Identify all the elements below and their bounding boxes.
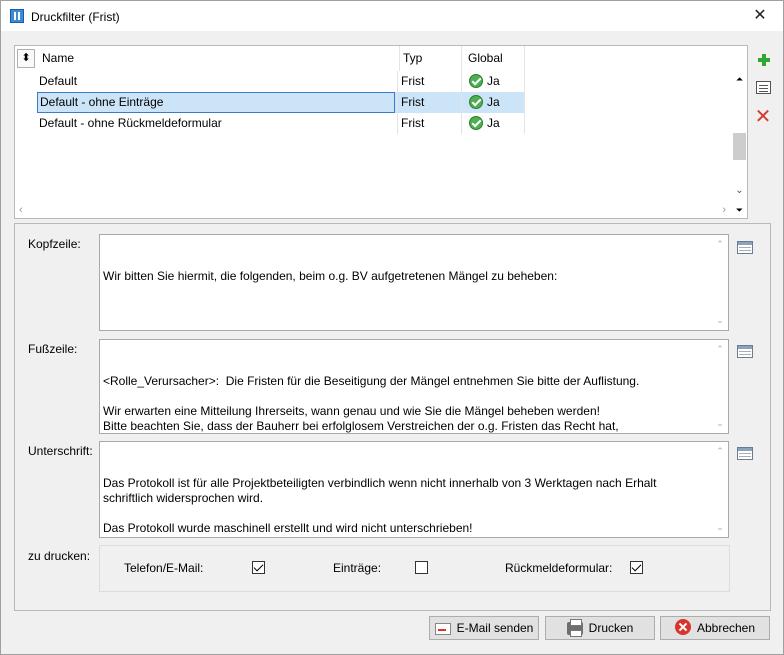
printer-icon <box>566 619 583 637</box>
filter-grid: ⬍ Name Typ Global Default Frist Ja Defau… <box>14 45 748 219</box>
title-bar: Druckfilter (Frist) ✕ <box>1 1 783 31</box>
kopfzeile-text: Wir bitten Sie hiermit, die folgenden, b… <box>103 269 558 284</box>
delete-icon[interactable]: ✕ <box>753 107 773 127</box>
cell-global: Ja <box>461 113 525 134</box>
global-value: Ja <box>487 95 500 109</box>
unterschrift-textarea[interactable]: Das Protokoll ist für alle Projektbeteil… <box>99 441 729 538</box>
sort-handle-icon[interactable]: ⬍ <box>17 49 35 68</box>
textarea-scrollbar[interactable]: ⌃ ⌄ <box>714 340 726 433</box>
eintraege-checkbox[interactable] <box>415 561 428 574</box>
table-row[interactable]: Default Frist Ja <box>37 71 525 92</box>
scroll-thumb[interactable] <box>733 133 746 160</box>
mail-icon <box>434 623 451 635</box>
cell-global: Ja <box>461 92 525 113</box>
column-header-name[interactable]: Name <box>42 46 398 71</box>
window-title: Druckfilter (Frist) <box>31 10 120 24</box>
fusszeile-text: <Rolle_Verursacher>: Die Fristen für die… <box>103 374 640 433</box>
cancel-label: Abbrechen <box>696 621 756 635</box>
kopfzeile-textarea[interactable]: Wir bitten Sie hiermit, die folgenden, b… <box>99 234 729 331</box>
column-header-typ[interactable]: Typ <box>399 46 461 71</box>
grid-horizontal-scrollbar[interactable]: ‹ › <box>15 202 732 218</box>
unterschrift-label: Unterschrift: <box>28 444 93 458</box>
check-icon <box>469 74 483 88</box>
cell-global: Ja <box>461 71 525 92</box>
cell-typ: Frist <box>397 92 461 113</box>
app-icon <box>10 9 24 23</box>
cell-name: Default - ohne Rückmeldeformular <box>39 116 222 130</box>
add-filter-icon[interactable] <box>754 50 774 70</box>
option-telefon-label: Telefon/E-Mail: <box>124 561 204 575</box>
insert-field-icon[interactable] <box>737 241 753 254</box>
column-header-global[interactable]: Global <box>461 46 525 71</box>
scroll-to-top-icon[interactable]: ⏶ <box>732 73 747 85</box>
email-send-button[interactable]: E-Mail senden <box>429 616 539 640</box>
properties-icon[interactable] <box>754 78 774 98</box>
print-button[interactable]: Drucken <box>545 616 655 640</box>
scroll-left-icon[interactable]: ‹ <box>19 204 23 216</box>
unterschrift-text: Das Protokoll ist für alle Projektbeteil… <box>103 476 657 535</box>
telefon-checkbox[interactable] <box>252 561 265 574</box>
close-icon[interactable]: ✕ <box>737 1 783 31</box>
check-icon <box>469 95 483 109</box>
scroll-right-icon[interactable]: › <box>722 204 726 216</box>
scroll-down-icon[interactable]: ⌄ <box>732 185 747 197</box>
textarea-scrollbar[interactable]: ⌃ ⌄ <box>714 235 726 330</box>
cell-name: Default - ohne Einträge <box>37 92 395 113</box>
insert-field-icon[interactable] <box>737 447 753 460</box>
print-label: Drucken <box>588 621 634 635</box>
global-value: Ja <box>487 74 500 88</box>
fusszeile-label: Fußzeile: <box>28 342 78 356</box>
check-icon <box>469 116 483 130</box>
textarea-scrollbar[interactable]: ⌃ ⌄ <box>714 442 726 537</box>
cell-name: Default <box>39 74 78 88</box>
option-eintraege-label: Einträge: <box>333 561 382 575</box>
cancel-button[interactable]: Abbrechen <box>660 616 770 640</box>
cancel-icon <box>674 619 691 635</box>
insert-field-icon[interactable] <box>737 345 753 358</box>
fusszeile-textarea[interactable]: <Rolle_Verursacher>: Die Fristen für die… <box>99 339 729 434</box>
dialog-window: Druckfilter (Frist) ✕ ⬍ Name Typ Global … <box>0 0 784 655</box>
zu-drucken-label: zu drucken: <box>28 549 91 563</box>
table-row-selected[interactable]: Default - ohne Einträge Frist Ja <box>37 92 525 113</box>
kopfzeile-label: Kopfzeile: <box>28 237 81 251</box>
scroll-to-bottom-icon[interactable]: ⏷ <box>732 202 747 218</box>
rueckmeldeformular-checkbox[interactable] <box>630 561 643 574</box>
grid-vertical-scrollbar[interactable]: ⏶ ⌄ <box>732 71 747 202</box>
email-send-label: E-Mail senden <box>456 621 534 635</box>
cell-typ: Frist <box>397 71 461 92</box>
global-value: Ja <box>487 116 500 130</box>
table-row[interactable]: Default - ohne Rückmeldeformular Frist J… <box>37 113 525 134</box>
option-rueckmeldeformular-label: Rückmeldeformular: <box>505 561 613 575</box>
cell-typ: Frist <box>397 113 461 134</box>
